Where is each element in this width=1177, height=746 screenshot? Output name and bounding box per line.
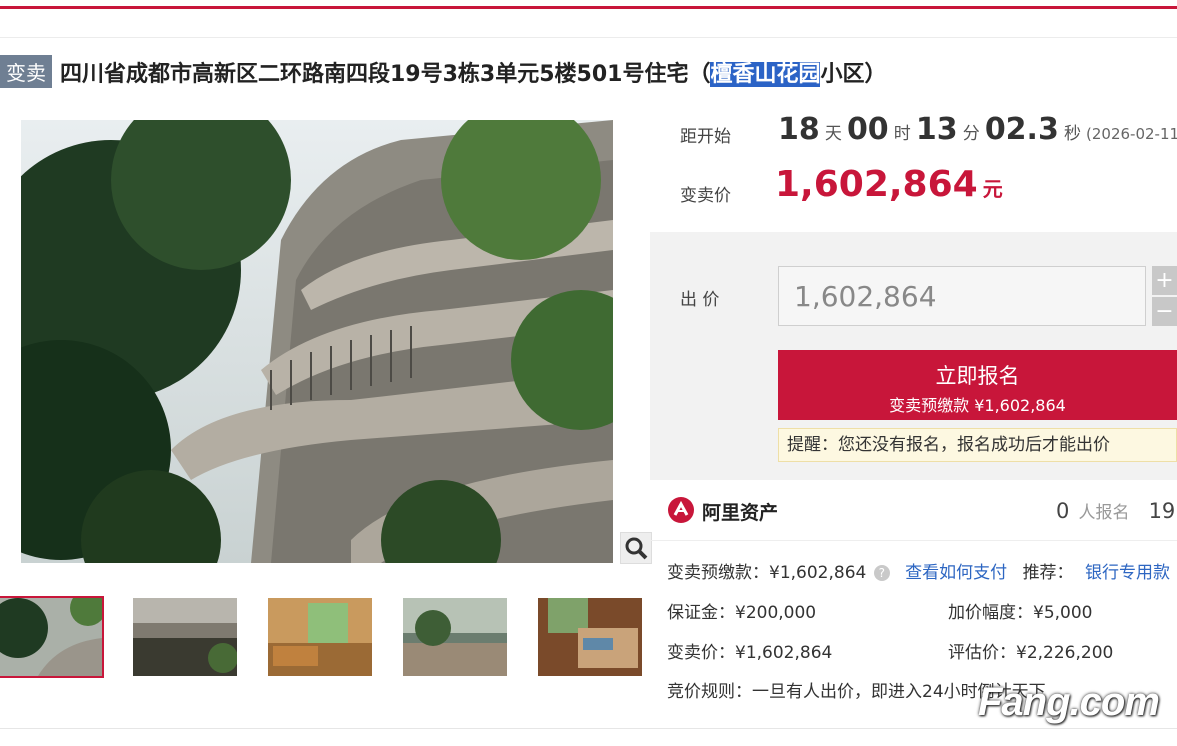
views-count: 19 bbox=[1148, 499, 1176, 523]
countdown-seconds-unit: 秒 bbox=[1063, 124, 1081, 144]
thumbnail-4[interactable] bbox=[403, 598, 507, 676]
bid-stepper: + − bbox=[1152, 266, 1177, 326]
price-value: 1,602,864 bbox=[775, 164, 978, 205]
registration-notice: 提醒：您还没有报名，报名成功后才能出价 bbox=[778, 428, 1177, 462]
bottom-divider bbox=[0, 728, 1177, 729]
site-watermark: Fang.com bbox=[978, 680, 1160, 724]
title-main: 四川省成都市高新区二环路南四段19号3栋3单元5楼501号住宅（ bbox=[60, 62, 711, 87]
applicants-count: 0 bbox=[1056, 499, 1070, 523]
countdown-hours: 00 bbox=[846, 112, 889, 147]
applicants-label: 人报名 bbox=[1078, 503, 1130, 523]
bid-amount-input[interactable]: 1,602,864 bbox=[778, 266, 1146, 326]
question-circle-icon[interactable]: ? bbox=[873, 565, 890, 581]
current-price: 1,602,864 元 bbox=[775, 164, 1003, 205]
sale-price-info: 变卖价：¥1,602,864 bbox=[667, 643, 833, 663]
increase-bid-button[interactable]: + bbox=[1152, 266, 1177, 295]
apply-now-button[interactable]: 立即报名 变卖预缴款 ¥1,602,864 bbox=[778, 350, 1177, 420]
appraisal-info: 评估价：¥2,226,200 bbox=[948, 643, 1114, 663]
price-label: 变卖价 bbox=[680, 186, 731, 206]
countdown-label: 距开始 bbox=[680, 127, 731, 147]
deposit-row: 变卖预缴款：¥1,602,864 ? 查看如何支付 推荐： 银行专用款 bbox=[667, 558, 1170, 583]
header-separator bbox=[0, 37, 1177, 38]
magnifier-icon bbox=[625, 537, 648, 560]
thumbnail-3[interactable] bbox=[268, 598, 372, 676]
page-title: 变卖 四川省成都市高新区二环路南四段19号3栋3单元5楼501号住宅（檀香山花园小… bbox=[0, 55, 887, 88]
decrease-bid-button[interactable]: − bbox=[1152, 297, 1177, 326]
applicant-stats: 0 人报名 19 bbox=[1056, 498, 1175, 523]
countdown-days-unit: 天 bbox=[824, 124, 842, 144]
thumbnail-5[interactable] bbox=[538, 598, 642, 676]
platform-name: 阿里资产 bbox=[702, 502, 779, 524]
thumbnail-2[interactable] bbox=[133, 598, 237, 676]
divider bbox=[650, 540, 1177, 541]
price-unit: 元 bbox=[982, 177, 1003, 201]
sale-type-badge: 变卖 bbox=[0, 55, 52, 88]
title-tail: 小区） bbox=[820, 62, 887, 87]
main-property-photo[interactable] bbox=[21, 120, 613, 563]
how-to-pay-link[interactable]: 查看如何支付 bbox=[905, 563, 1007, 583]
apply-now-label: 立即报名 bbox=[935, 364, 1020, 388]
countdown-days: 18 bbox=[778, 112, 820, 147]
title-highlight: 檀香山花园 bbox=[710, 62, 821, 87]
countdown-hours-unit: 时 bbox=[893, 124, 911, 144]
start-date: (2026-02-11 bbox=[1086, 125, 1177, 143]
countdown-minutes-unit: 分 bbox=[962, 124, 980, 144]
apply-deposit-label: 变卖预缴款 ¥1,602,864 bbox=[889, 396, 1066, 415]
countdown-minutes: 13 bbox=[915, 112, 958, 147]
increment-info: 加价幅度：¥5,000 bbox=[948, 603, 1093, 623]
bid-label: 出 价 bbox=[680, 290, 720, 310]
recommend-label: 推荐： bbox=[1022, 563, 1074, 583]
thumbnail-1[interactable] bbox=[0, 596, 104, 678]
deposit-info: 变卖预缴款：¥1,602,864 bbox=[667, 563, 867, 583]
bond-info: 保证金：¥200,000 bbox=[667, 603, 817, 623]
top-accent-line bbox=[0, 6, 1177, 9]
ali-assets-logo-icon bbox=[667, 496, 695, 528]
bidding-rule-text: 竞价规则：一旦有人出价，即进入24小时 bbox=[667, 682, 978, 702]
zoom-button[interactable] bbox=[620, 532, 652, 564]
bank-account-link[interactable]: 银行专用款 bbox=[1085, 563, 1170, 583]
countdown-seconds: 02.3 bbox=[984, 112, 1059, 147]
countdown: 18 天 00 时 13 分 02.3 秒 (2026-02-11 bbox=[778, 112, 1177, 147]
